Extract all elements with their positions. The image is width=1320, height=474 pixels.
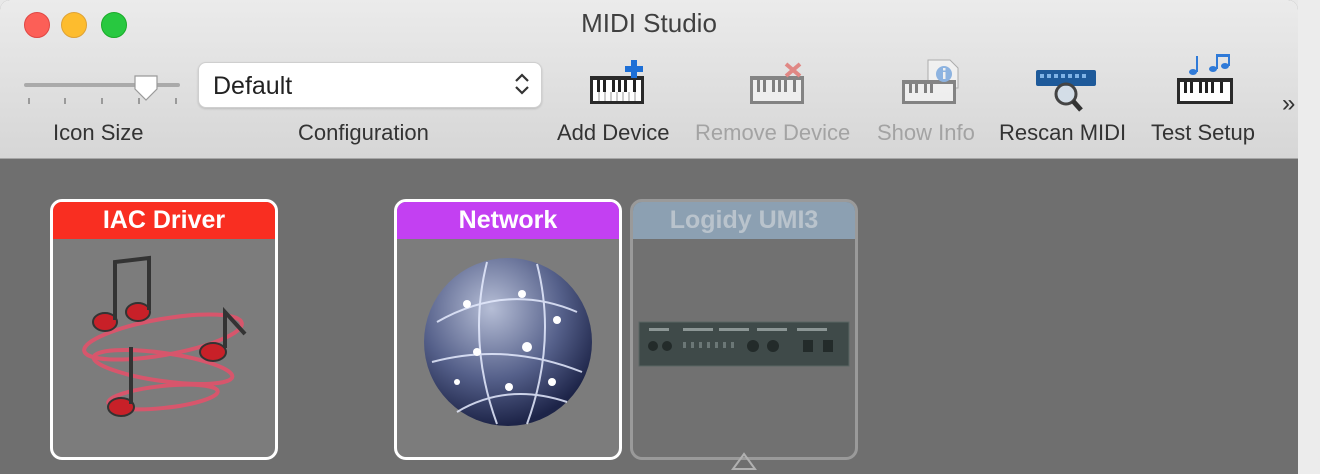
device-expand-triangle-icon[interactable] — [731, 451, 757, 471]
device-iac-driver[interactable]: IAC Driver — [50, 199, 278, 460]
music-notes-icon — [82, 255, 247, 417]
slider-tick — [175, 98, 177, 104]
toolbar-overflow-button[interactable]: » — [1282, 90, 1296, 118]
test-setup-icon[interactable] — [1175, 52, 1237, 108]
midi-interface-icon — [638, 321, 850, 367]
icon-size-label: Icon Size — [53, 120, 144, 145]
rescan-midi-icon[interactable] — [1034, 58, 1098, 114]
midi-studio-window: MIDI Studio Icon Size Default Configurat… — [0, 0, 1298, 474]
up-down-chevron-icon — [515, 73, 529, 95]
device-name: IAC Driver — [53, 202, 275, 239]
slider-tick — [28, 98, 30, 104]
device-network[interactable]: Network — [394, 199, 622, 460]
slider-tick — [101, 98, 103, 104]
test-setup-button[interactable]: Test Setup — [1151, 120, 1255, 146]
configuration-label: Configuration — [298, 120, 429, 145]
window-title: MIDI Studio — [581, 8, 717, 38]
configuration-select[interactable]: Default — [198, 62, 542, 108]
rescan-midi-button[interactable]: Rescan MIDI — [999, 120, 1126, 146]
show-info-icon[interactable] — [900, 58, 960, 108]
add-device-button[interactable]: Add Device — [557, 120, 670, 146]
device-logidy-umi3[interactable]: Logidy UMI3 — [630, 199, 858, 460]
remove-device-icon[interactable] — [748, 58, 808, 108]
remove-device-button[interactable]: Remove Device — [695, 120, 850, 146]
device-name: Network — [397, 202, 619, 239]
network-globe-icon — [424, 258, 592, 426]
slider-knob[interactable] — [133, 74, 159, 102]
add-device-icon[interactable] — [588, 58, 648, 108]
configuration-value: Default — [213, 72, 293, 100]
toolbar: MIDI Studio Icon Size Default Configurat… — [0, 0, 1298, 159]
device-name: Logidy UMI3 — [633, 202, 855, 239]
background-window-edge — [1298, 0, 1320, 474]
show-info-button[interactable]: Show Info — [877, 120, 975, 146]
slider-tick — [64, 98, 66, 104]
